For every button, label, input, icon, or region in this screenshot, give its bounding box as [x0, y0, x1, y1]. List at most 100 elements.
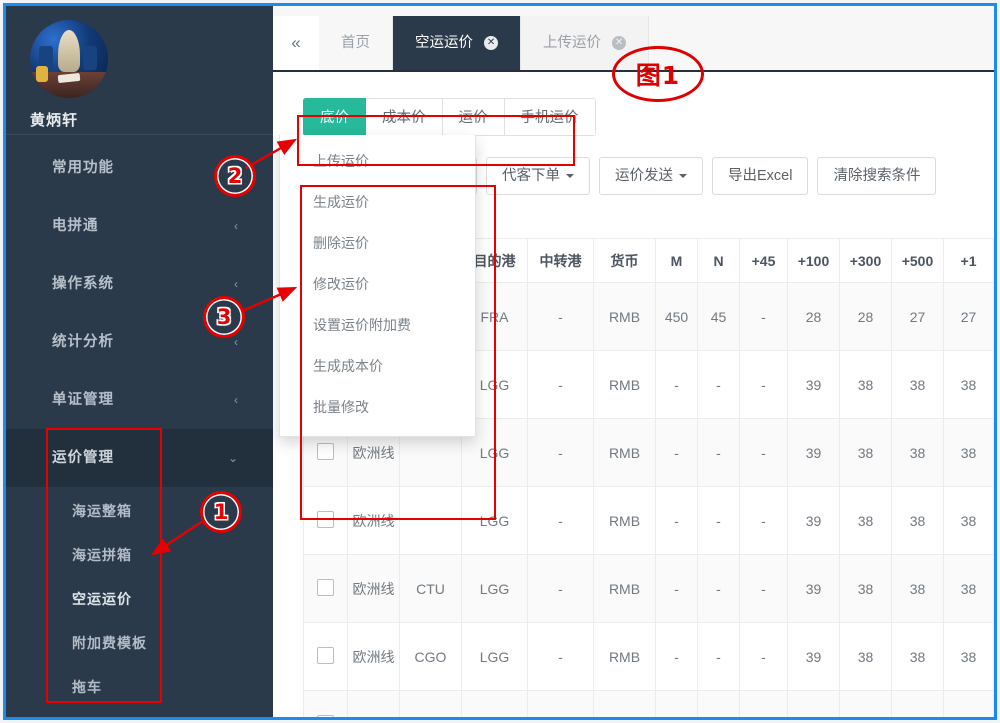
cell-plus500: 38: [892, 351, 944, 419]
clear-search-button[interactable]: 清除搜索条件: [817, 157, 936, 195]
cell-plus45: -: [740, 419, 788, 487]
row-checkbox-cell[interactable]: [304, 623, 348, 691]
sidebar: 黄炳轩 常用功能 电拼通 ‹ 操作系统 ‹ 统计分析 ‹ 单证管理 ‹: [6, 6, 273, 717]
tab-cost-price[interactable]: 成本价: [366, 98, 443, 136]
sidebar-item-special-container[interactable]: 特种柜: [6, 709, 273, 717]
tab-air-freight[interactable]: 空运运价 ✕: [393, 16, 521, 70]
row-checkbox[interactable]: [317, 647, 334, 664]
cell-plus500: 38: [892, 555, 944, 623]
avatar[interactable]: [30, 20, 108, 98]
cell-lane: 欧洲线: [348, 487, 400, 555]
cell-n: 45: [698, 283, 740, 351]
cell-plus500: 38: [892, 623, 944, 691]
cell-lane: 欧洲线: [348, 623, 400, 691]
tab-home[interactable]: 首页: [319, 16, 393, 70]
sidebar-item-label: 统计分析: [52, 334, 114, 350]
tab-label: 空运运价: [415, 35, 473, 51]
table-row[interactable]: 欧洲线 LGG - RMB - - - 39 38 38 38: [304, 487, 994, 555]
col-plus100: +100: [788, 239, 840, 283]
menu-item-generate-cost-price[interactable]: 生成成本价: [280, 346, 475, 387]
place-order-button[interactable]: 代客下单: [486, 157, 590, 195]
table-row[interactable]: 欧洲线 CTU LGG - RMB - - - 39 38 38 38: [304, 555, 994, 623]
cell-transit: -: [528, 487, 594, 555]
button-label: 导出Excel: [728, 168, 792, 184]
row-checkbox-cell[interactable]: [304, 691, 348, 718]
sidebar-item-dianpintong[interactable]: 电拼通 ‹: [6, 197, 273, 255]
row-checkbox[interactable]: [317, 511, 334, 528]
row-checkbox-cell[interactable]: [304, 555, 348, 623]
button-label: 运价发送: [615, 168, 673, 184]
cell-plus1000: 38: [944, 487, 994, 555]
close-icon[interactable]: ✕: [612, 36, 626, 50]
tab-freight-price[interactable]: 运价: [443, 98, 505, 136]
close-icon[interactable]: ✕: [484, 36, 498, 50]
cell-transit: PEK: [528, 691, 594, 718]
sidebar-item-label: 电拼通: [52, 218, 99, 234]
menu-item-set-surcharge[interactable]: 设置运价附加费: [280, 305, 475, 346]
sidebar-item-statistics[interactable]: 统计分析 ‹: [6, 313, 273, 371]
cell-lane: 欧洲线: [348, 691, 400, 718]
cell-plus300: 38: [840, 351, 892, 419]
cell-transit: -: [528, 283, 594, 351]
sidebar-menu: 常用功能 电拼通 ‹ 操作系统 ‹ 统计分析 ‹ 单证管理 ‹ 运价管理 ⌄: [6, 139, 273, 717]
cell-lane: 欧洲线: [348, 555, 400, 623]
menu-item-batch-modify[interactable]: 批量修改: [280, 387, 475, 428]
sidebar-item-air-freight[interactable]: 空运运价: [6, 577, 273, 621]
double-chevron-left-icon: «: [291, 33, 300, 53]
main-area: « 首页 空运运价 ✕ 上传运价 ✕ 底价 成本价 运价: [273, 6, 994, 717]
cell-m: -: [656, 623, 698, 691]
sidebar-item-operation-system[interactable]: 操作系统 ‹: [6, 255, 273, 313]
sidebar-item-surcharge-template[interactable]: 附加费模板: [6, 621, 273, 665]
cell-m: -: [656, 419, 698, 487]
sidebar-item-document-management[interactable]: 单证管理 ‹: [6, 371, 273, 429]
col-transit-port: 中转港: [528, 239, 594, 283]
cell-plus300: 40: [840, 691, 892, 718]
send-freight-button[interactable]: 运价发送: [599, 157, 703, 195]
tab-base-price[interactable]: 底价: [303, 98, 366, 136]
cell-transit: -: [528, 623, 594, 691]
sidebar-divider: [6, 134, 273, 135]
row-checkbox[interactable]: [317, 579, 334, 596]
cell-origin: SZX: [400, 691, 462, 718]
cell-currency: RMB: [594, 419, 656, 487]
cell-currency: RMB: [594, 351, 656, 419]
sidebar-item-sea-fcl[interactable]: 海运整箱: [6, 489, 273, 533]
table-row[interactable]: 欧洲线 SZX CDG PEK RMB - - - 40 40 39 39: [304, 691, 994, 718]
tab-label: 上传运价: [543, 35, 601, 51]
sidebar-item-common[interactable]: 常用功能: [6, 139, 273, 197]
tab-upload-freight[interactable]: 上传运价 ✕: [521, 16, 649, 70]
col-n: N: [698, 239, 740, 283]
cell-plus500: 38: [892, 419, 944, 487]
cell-plus45: -: [740, 351, 788, 419]
cell-plus45: -: [740, 623, 788, 691]
menu-item-modify-freight[interactable]: 修改运价: [280, 264, 475, 305]
menu-item-delete-freight[interactable]: 删除运价: [280, 223, 475, 264]
sidebar-item-freight-management[interactable]: 运价管理 ⌄: [6, 429, 273, 487]
caret-down-icon: [679, 174, 687, 178]
tab-mobile-price[interactable]: 手机运价: [505, 98, 596, 136]
table-row[interactable]: 欧洲线 CGO LGG - RMB - - - 39 38 38 38: [304, 623, 994, 691]
user-profile: 黄炳轩: [6, 6, 273, 126]
cell-currency: RMB: [594, 623, 656, 691]
export-excel-button[interactable]: 导出Excel: [712, 157, 808, 195]
cell-plus100: 39: [788, 555, 840, 623]
cell-m: 450: [656, 283, 698, 351]
cell-n: -: [698, 351, 740, 419]
cell-plus45: -: [740, 555, 788, 623]
sidebar-item-label: 操作系统: [52, 276, 114, 292]
menu-item-generate-freight[interactable]: 生成运价: [280, 182, 475, 223]
sidebar-item-trucking[interactable]: 拖车: [6, 665, 273, 709]
button-label: 代客下单: [502, 168, 560, 184]
col-plus500: +500: [892, 239, 944, 283]
row-checkbox[interactable]: [317, 443, 334, 460]
cell-currency: RMB: [594, 691, 656, 718]
row-checkbox-cell[interactable]: [304, 487, 348, 555]
row-checkbox[interactable]: [317, 715, 334, 718]
screenshot-root: 黄炳轩 常用功能 电拼通 ‹ 操作系统 ‹ 统计分析 ‹ 单证管理 ‹: [0, 0, 1000, 723]
cell-n: -: [698, 623, 740, 691]
cell-origin: CGO: [400, 623, 462, 691]
sidebar-item-sea-lcl[interactable]: 海运拼箱: [6, 533, 273, 577]
menu-item-upload-freight[interactable]: 上传运价: [280, 141, 475, 182]
sidebar-collapse-button[interactable]: «: [273, 16, 320, 70]
price-type-tabs: 底价 成本价 运价 手机运价: [303, 98, 596, 136]
